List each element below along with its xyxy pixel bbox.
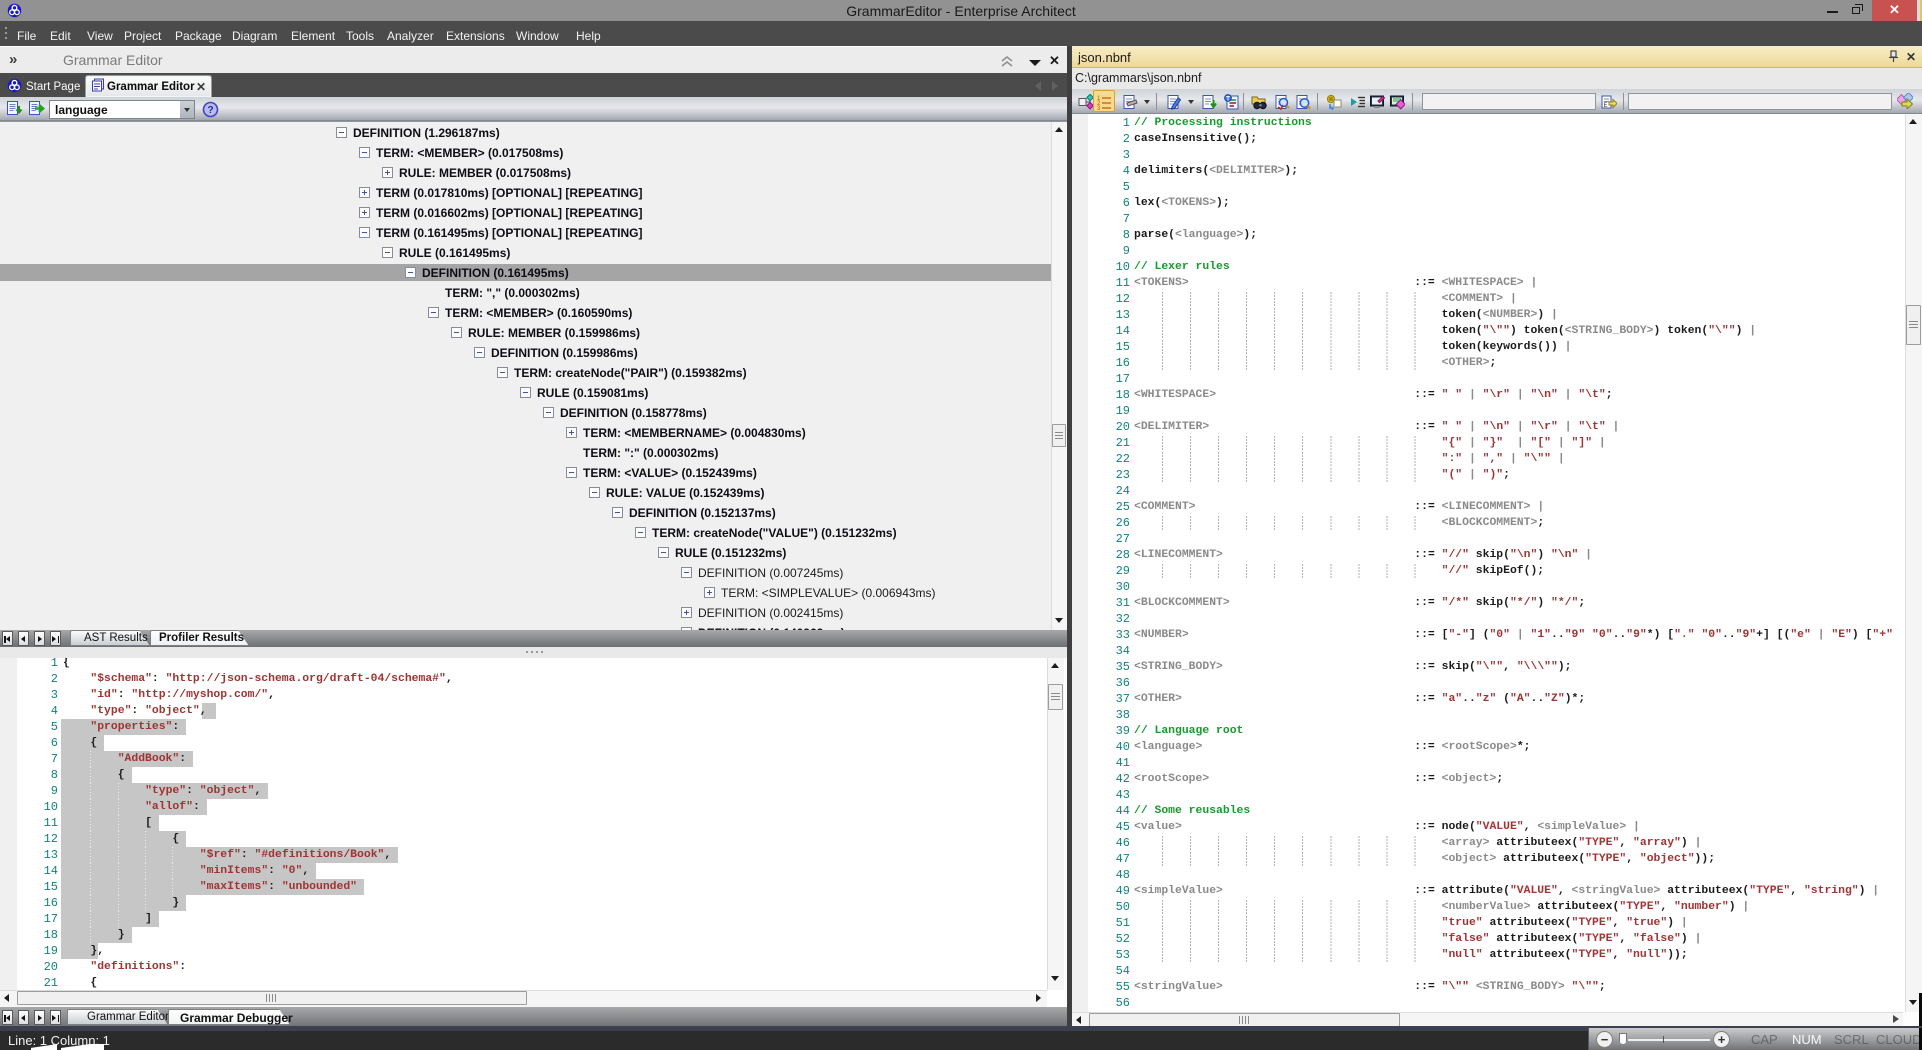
svg-text:E: E: [1604, 103, 1608, 109]
svg-text:?: ?: [207, 105, 213, 116]
svg-text:3: 3: [1097, 106, 1101, 110]
svg-text:T: T: [1226, 96, 1230, 103]
